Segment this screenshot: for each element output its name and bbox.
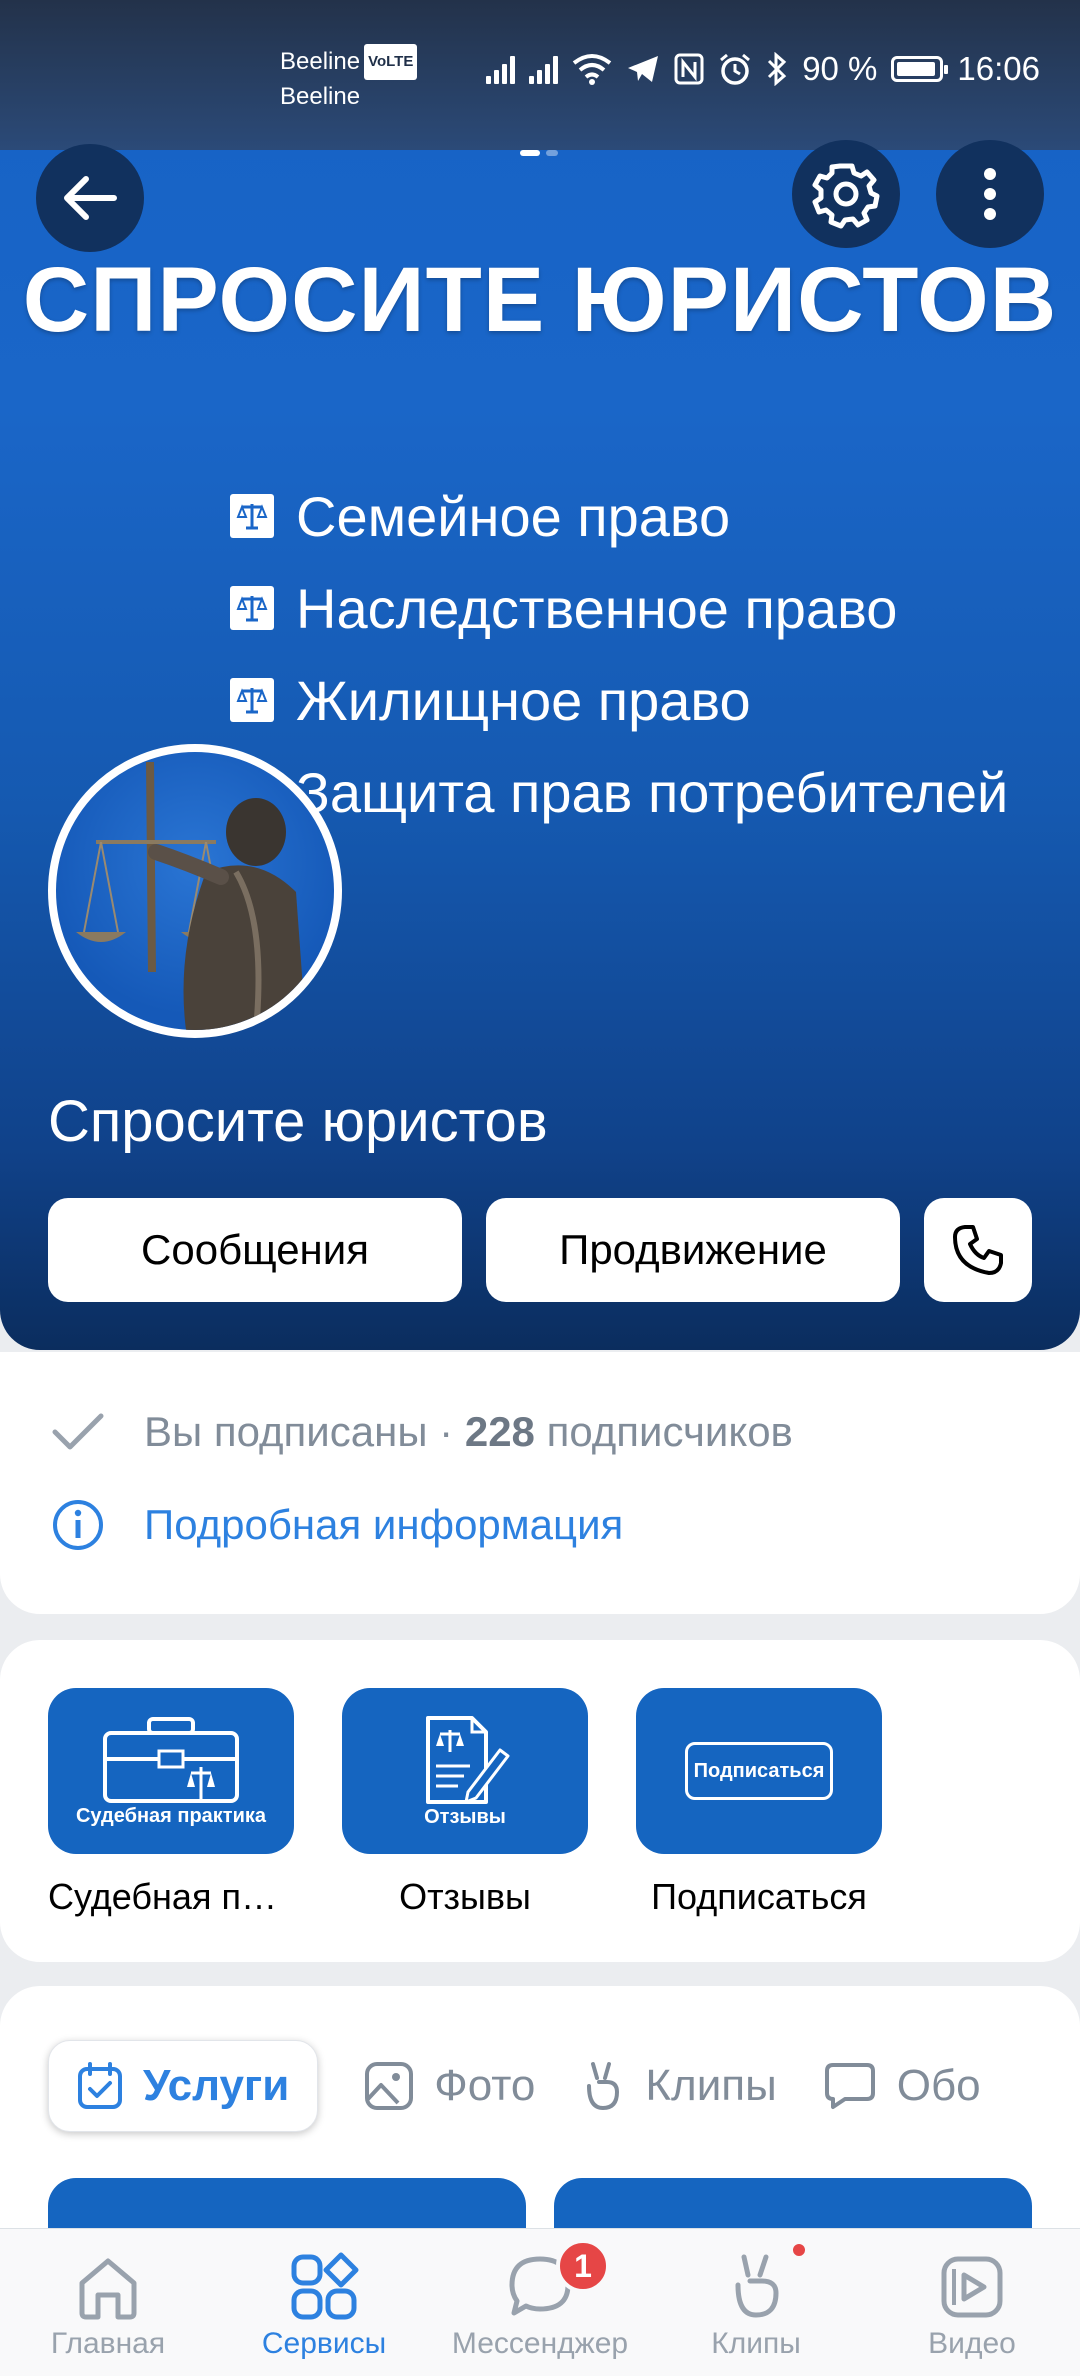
tab-label: Клипы <box>645 2061 777 2110</box>
signal-icon <box>486 54 516 84</box>
app-tile: Отзывы <box>342 1688 588 1854</box>
nav-home[interactable]: Главная <box>0 2229 216 2376</box>
group-avatar[interactable] <box>48 744 342 1038</box>
followers-count: 228 <box>464 1408 535 1455</box>
home-icon <box>79 2258 137 2320</box>
status-icons: 90 % 16:06 <box>486 50 1040 88</box>
promotion-button[interactable]: Продвижение <box>486 1198 900 1302</box>
tab-label: Фото <box>434 2061 536 2110</box>
app-subscribe[interactable]: Подписаться Подписаться <box>636 1688 882 1918</box>
cover-list-item: Жилищное право <box>230 654 1008 746</box>
scales-icon <box>230 586 274 630</box>
app-tile: Подписаться <box>636 1688 882 1854</box>
telegram-icon <box>628 56 659 82</box>
cover-list: Семейное право Наследственное право Жили… <box>230 470 1008 838</box>
cover-list-item: Защита прав потребителей <box>230 746 1008 838</box>
arrow-left-icon <box>64 176 117 220</box>
group-cover: Beeline VoLTE Beeline 90 % 16:06 СПРОСИТ… <box>0 0 1080 1350</box>
tab-label: Услуги <box>143 2061 290 2110</box>
gear-icon <box>812 163 880 229</box>
group-name: Спросите юристов <box>48 1089 548 1154</box>
video-icon <box>941 2256 1003 2318</box>
app-label: Подписаться <box>651 1876 867 1917</box>
battery-percent: 90 % <box>802 50 878 87</box>
app-label: Отзывы <box>399 1876 531 1917</box>
subscription-row[interactable]: Вы подписаны · 228 подписчиков <box>48 1408 793 1456</box>
signal-icon-2 <box>529 54 559 84</box>
nav-label: Клипы <box>711 2327 801 2360</box>
scales-icon <box>230 678 274 722</box>
nav-messenger[interactable]: 1 Мессенджер <box>432 2229 648 2376</box>
bluetooth-icon <box>768 52 787 86</box>
call-button[interactable] <box>924 1198 1032 1302</box>
app-label: Судебная пра… <box>48 1876 294 1917</box>
image-icon <box>365 2062 414 2110</box>
more-vertical-icon <box>984 168 996 220</box>
clips-icon <box>735 2254 779 2318</box>
carrier-2: Beeline <box>280 83 361 110</box>
phone-icon <box>953 1225 1003 1275</box>
app-tile: Судебная практика <box>48 1688 294 1854</box>
battery-icon <box>891 56 949 82</box>
nav-services[interactable]: Сервисы <box>216 2229 432 2376</box>
cover-list-item: Наследственное право <box>230 562 1008 654</box>
carrier-1: Beeline <box>280 48 361 75</box>
tab-discussions[interactable]: Обо <box>823 2040 981 2132</box>
section-tabs: Услуги Фото Клипы Обо <box>48 2040 981 2132</box>
cover-title: СПРОСИТЕ ЮРИСТОВ <box>22 249 1058 351</box>
separator: · <box>439 1408 454 1455</box>
nav-clips[interactable]: Клипы <box>648 2229 864 2376</box>
check-icon <box>52 1413 104 1450</box>
info-card <box>0 1352 1080 1614</box>
more-button[interactable] <box>936 140 1044 248</box>
nav-label: Главная <box>50 2327 166 2360</box>
messenger-badge: 1 <box>556 2239 610 2293</box>
cover-page-indicator <box>520 150 558 156</box>
app-court-practice[interactable]: Судебная практика Судебная пра… <box>48 1688 294 1918</box>
messages-button[interactable]: Сообщения <box>48 1198 462 1302</box>
cover-list-item: Семейное право <box>230 470 1008 562</box>
tab-label: Обо <box>896 2061 981 2110</box>
nfc-icon <box>674 53 704 85</box>
details-label: Подробная информация <box>144 1501 624 1548</box>
app-tile-text: Отзывы <box>424 1805 506 1828</box>
services-grid-icon <box>291 2252 359 2320</box>
details-link[interactable]: Подробная информация <box>48 1498 623 1552</box>
nav-label: Сервисы <box>261 2327 387 2360</box>
subscribed-label: Вы подписаны <box>144 1408 428 1455</box>
nav-video[interactable]: Видео <box>864 2229 1080 2376</box>
briefcase-scales-icon <box>103 1716 239 1803</box>
app-tile-text: Судебная практика <box>75 1804 267 1827</box>
scales-icon <box>230 494 274 538</box>
nav-label: Видео <box>928 2327 1016 2360</box>
carrier-info: Beeline VoLTE Beeline <box>280 44 418 114</box>
status-bar: Beeline VoLTE Beeline 90 % 16:06 <box>0 0 1080 150</box>
app-tile-text: Подписаться <box>693 1759 825 1782</box>
tab-photos[interactable]: Фото <box>364 2040 535 2132</box>
header-actions: Сообщения Продвижение <box>48 1198 1032 1302</box>
subscribe-tile-frame: Подписаться <box>685 1742 833 1800</box>
calendar-check-icon <box>78 2062 122 2109</box>
clips-notification-dot <box>790 2241 808 2259</box>
tab-services[interactable]: Услуги <box>48 2040 319 2132</box>
alarm-icon <box>720 53 751 85</box>
info-icon <box>53 1500 103 1550</box>
followers-label: подписчиков <box>546 1408 793 1455</box>
volte-badge: VoLTE <box>364 44 418 80</box>
clips-icon <box>587 2062 620 2111</box>
clock: 16:06 <box>957 50 1040 87</box>
back-button[interactable] <box>36 144 144 252</box>
document-pen-icon <box>426 1715 510 1804</box>
chat-bubble-icon <box>824 2063 875 2109</box>
app-reviews[interactable]: Отзывы Отзывы <box>342 1688 588 1918</box>
themis-statue-image <box>76 762 306 1030</box>
wifi-icon <box>572 54 612 85</box>
nav-label: Мессенджер <box>451 2327 629 2360</box>
tab-clips[interactable]: Клипы <box>581 2040 777 2132</box>
bottom-nav: Главная Сервисы 1 Мессенджер Клипы Видео <box>0 2228 1080 2376</box>
settings-button[interactable] <box>792 140 900 248</box>
